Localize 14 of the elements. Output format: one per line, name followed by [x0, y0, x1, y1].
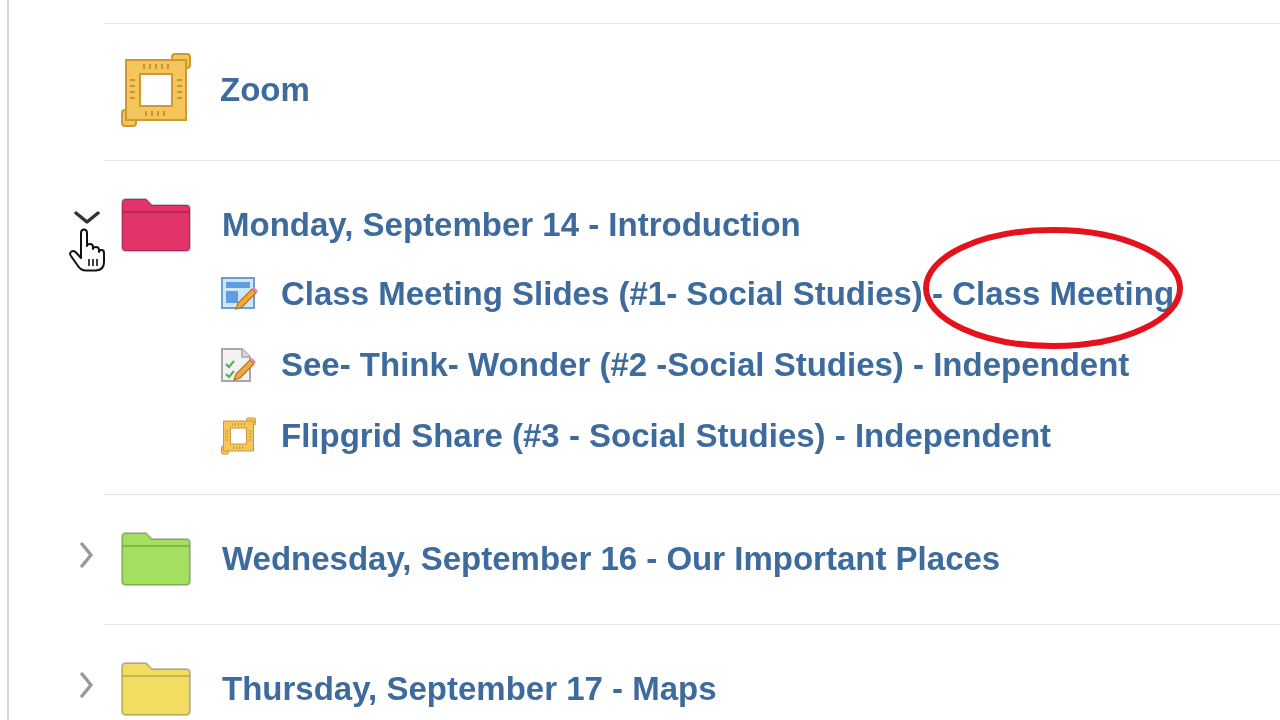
module-title[interactable]: Thursday, September 17 - Maps: [222, 669, 717, 709]
item-title[interactable]: Class Meeting Slides (#1- Social Studies) - Class Meeting: [281, 274, 1175, 312]
item-title[interactable]: See- Think- Wonder (#2 -Social Studies) - Independent: [281, 345, 1130, 383]
ruler-frame-icon: [220, 416, 258, 455]
module-title[interactable]: Zoom: [220, 70, 310, 110]
checklist-pencil-icon: [220, 346, 258, 383]
ruler-frame-icon: [120, 52, 194, 128]
chevron-right-icon: [80, 672, 94, 698]
module-title[interactable]: Monday, September 14 - Introduction: [222, 205, 801, 245]
item-title[interactable]: Flipgrid Share (#3 - Social Studies) - Independent: [281, 416, 1052, 454]
window-pencil-icon: [220, 275, 258, 312]
module-title[interactable]: Wednesday, September 16 - Our Important Places: [222, 539, 1001, 579]
chevron-right-icon: [80, 542, 94, 568]
chevron-down-icon: [74, 211, 100, 225]
